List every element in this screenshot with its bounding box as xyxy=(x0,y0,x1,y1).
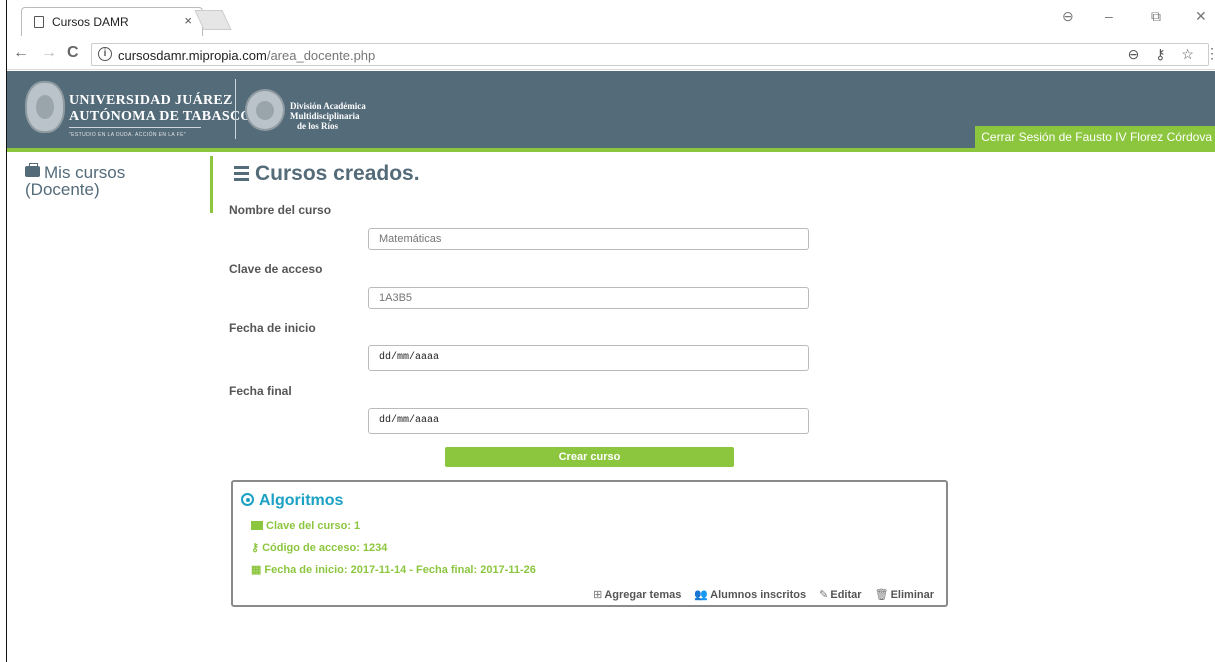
restore-button[interactable]: ⧉ xyxy=(1151,8,1161,25)
delete-label: Eliminar xyxy=(890,589,934,601)
back-button[interactable]: ← xyxy=(13,44,29,62)
damr-seal-logo xyxy=(245,89,285,131)
access-code-text: Código de acceso: 1234 xyxy=(262,542,388,554)
id-card-icon xyxy=(251,521,263,530)
dates-text: Fecha de inicio: 2017-11-14 - Fecha fina… xyxy=(264,564,536,576)
sidebar-line2: (Docente) xyxy=(25,180,100,199)
minimize-button[interactable]: – xyxy=(1105,8,1113,24)
key-icon: ⚷ xyxy=(251,542,260,554)
enrolled-students-label: Alumnos inscritos xyxy=(710,589,807,601)
start-date-input[interactable]: dd/mm/aaaa xyxy=(368,345,809,371)
add-topics-label: Agregar temas xyxy=(604,589,682,601)
course-title-text: Algoritmos xyxy=(259,492,344,509)
calendar-icon: ▦ xyxy=(251,564,262,576)
university-motto: "ESTUDIO EN LA DUDA. ACCIÓN EN LA FE" xyxy=(69,132,186,138)
close-tab-icon[interactable]: × xyxy=(184,13,192,28)
address-bar[interactable]: i cursosdamr.mipropia.com/area_docente.p… xyxy=(91,43,1209,66)
dates-line: ▦ Fecha de inicio: 2017-11-14 - Fecha fin… xyxy=(251,563,536,576)
university-name-line1: UNIVERSIDAD JUÁREZ xyxy=(69,93,233,108)
trash-icon: 🗑 xyxy=(874,589,889,601)
header-rule xyxy=(69,127,201,128)
forward-button[interactable]: → xyxy=(41,44,57,62)
edit-button[interactable]: ✎ Editar xyxy=(819,589,861,601)
account-icon[interactable]: ⊖ xyxy=(1062,8,1074,25)
ujat-seal-logo xyxy=(25,81,65,133)
sidebar-accent-rule xyxy=(210,156,213,213)
university-name-line2: AUTÓNOMA DE TABASCO xyxy=(69,109,252,124)
enrolled-students-button[interactable]: 👥 Alumnos inscritos xyxy=(694,589,806,601)
url-text: cursosdamr.mipropia.com/area_docente.php xyxy=(118,48,375,63)
course-title[interactable]: Algoritmos xyxy=(241,492,343,510)
logout-button[interactable]: Cerrar Sesión de Fausto IV Florez Córdov… xyxy=(975,126,1215,148)
browser-tab[interactable]: Cursos DAMR × xyxy=(21,7,203,36)
header-divider xyxy=(235,79,236,139)
plus-square-icon: ⊞ xyxy=(593,589,603,601)
division-line2: Multidisciplinaria xyxy=(290,111,360,121)
page-title-text: Cursos creados. xyxy=(255,162,420,185)
browser-toolbar: ← → C i cursosdamr.mipropia.com/area_doc… xyxy=(7,40,1215,70)
delete-button[interactable]: 🗑 Eliminar xyxy=(875,589,934,601)
start-date-label: Fecha de inicio xyxy=(229,321,316,335)
access-key-input[interactable] xyxy=(368,287,809,309)
page-title: Cursos creados. xyxy=(229,162,420,186)
omnibox-icons[interactable]: ⊖ ⚷ ☆ xyxy=(1128,46,1200,63)
end-date-input[interactable]: dd/mm/aaaa xyxy=(368,408,809,434)
course-card: Algoritmos Clave del curso: 1 ⚷ Código de… xyxy=(231,480,948,607)
dot-circle-icon xyxy=(241,493,254,506)
users-icon: 👥 xyxy=(694,589,709,601)
url-path: /area_docente.php xyxy=(266,48,376,63)
create-course-button[interactable]: Crear curso xyxy=(445,447,734,467)
access-key-label: Clave de acceso xyxy=(229,262,323,276)
url-host: cursosdamr.mipropia.com xyxy=(118,48,267,63)
briefcase-icon xyxy=(25,163,40,177)
list-icon xyxy=(229,165,249,181)
division-line3: de los Ríos xyxy=(297,121,339,131)
info-icon[interactable]: i xyxy=(98,47,112,61)
access-code-line: ⚷ Código de acceso: 1234 xyxy=(251,541,387,554)
edit-icon: ✎ xyxy=(819,589,829,601)
edit-label: Editar xyxy=(830,589,862,601)
course-id-line: Clave del curso: 1 xyxy=(251,520,360,532)
add-topics-button[interactable]: ⊞ Agregar temas xyxy=(593,589,681,601)
tab-strip: Cursos DAMR × ⊖ – ⧉ ✕ xyxy=(7,0,1215,40)
site-header: UNIVERSIDAD JUÁREZ AUTÓNOMA DE TABASCO "… xyxy=(7,71,1215,152)
course-name-input[interactable] xyxy=(368,228,809,250)
course-actions: ⊞ Agregar temas 👥 Alumnos inscritos ✎ Edita… xyxy=(583,588,934,601)
close-window-button[interactable]: ✕ xyxy=(1195,8,1207,25)
page-icon xyxy=(34,16,44,28)
tab-title: Cursos DAMR xyxy=(52,15,129,29)
division-line1: División Académica xyxy=(290,101,366,111)
browser-window: Cursos DAMR × ⊖ – ⧉ ✕ ← → C i cursosdamr… xyxy=(6,0,1215,662)
course-name-label: Nombre del curso xyxy=(229,203,332,217)
course-id-text: Clave del curso: 1 xyxy=(266,520,361,532)
reload-button[interactable]: C xyxy=(67,44,79,62)
end-date-label: Fecha final xyxy=(229,384,292,398)
menu-icon[interactable]: ⋮ xyxy=(1205,45,1215,62)
mis-cursos-link[interactable]: Mis cursos (Docente) xyxy=(25,163,125,199)
